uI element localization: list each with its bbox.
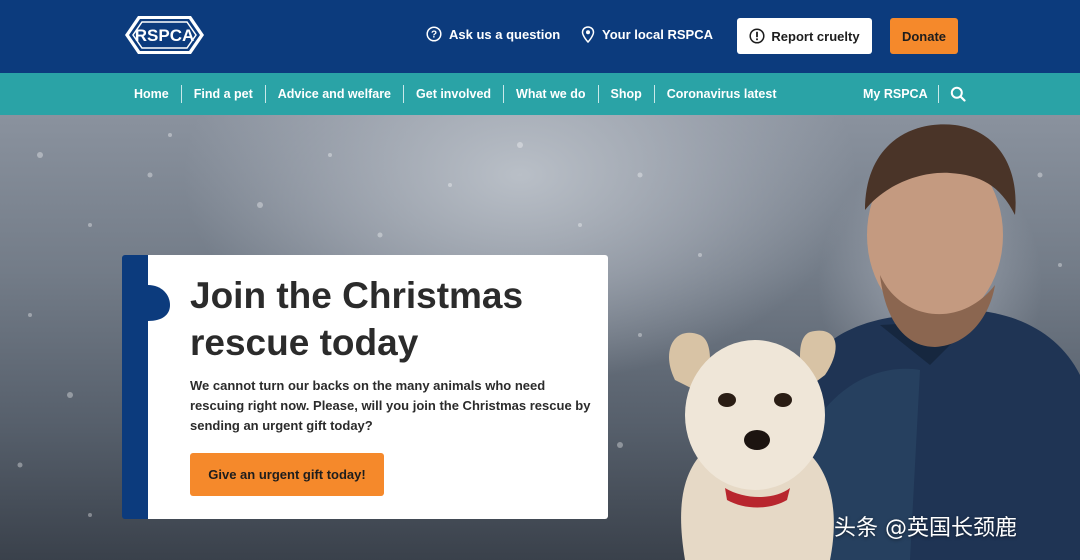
donate-label: Donate	[901, 28, 947, 44]
source-watermark: 头条 @英国长颈鹿	[834, 516, 1017, 541]
header-bar: RSPCA ? Ask us a question Your local RSP…	[0, 0, 1080, 73]
local-rspca-link[interactable]: Your local RSPCA	[581, 26, 713, 43]
alert-icon	[749, 28, 765, 44]
nav-item-shop[interactable]: Shop	[597, 85, 654, 103]
nav-item-coronavirus-latest[interactable]: Coronavirus latest	[653, 85, 789, 103]
ask-question-link[interactable]: ? Ask us a question	[426, 26, 560, 42]
nav-item-home[interactable]: Home	[122, 85, 181, 103]
report-cruelty-label: Report cruelty	[771, 28, 860, 44]
location-pin-icon	[581, 26, 595, 43]
nav-item-advice-and-welfare[interactable]: Advice and welfare	[264, 85, 403, 103]
hero-description: We cannot turn our backs on the many ani…	[190, 378, 591, 433]
card-accent-bar	[122, 255, 150, 519]
card-notch-decoration	[148, 285, 170, 321]
nav-item-what-we-do[interactable]: What we do	[503, 85, 597, 103]
ask-question-label: Ask us a question	[449, 26, 561, 42]
logo-text: RSPCA	[135, 26, 195, 45]
hero-title: Join the Christmas rescue today	[190, 275, 524, 363]
svg-text:?: ?	[431, 30, 437, 41]
my-rspca-link[interactable]: My RSPCA	[852, 85, 939, 103]
terrier-dog-image	[669, 330, 836, 560]
nav-item-get-involved[interactable]: Get involved	[403, 85, 503, 103]
nav-item-find-a-pet[interactable]: Find a pet	[180, 85, 265, 103]
rspca-logo[interactable]: RSPCA	[124, 15, 205, 55]
urgent-gift-button[interactable]: Give an urgent gift today!	[190, 453, 384, 496]
nav-right: My RSPCA	[852, 73, 967, 115]
urgent-gift-label: Give an urgent gift today!	[208, 467, 366, 482]
question-icon: ?	[426, 26, 442, 42]
report-cruelty-button[interactable]: Report cruelty	[737, 18, 872, 54]
donate-button[interactable]: Donate	[890, 18, 958, 54]
main-nav: Home Find a pet Advice and welfare Get i…	[0, 73, 1080, 115]
search-button[interactable]	[949, 85, 967, 103]
local-rspca-label: Your local RSPCA	[602, 27, 714, 42]
search-icon	[950, 86, 966, 102]
nav-list: Home Find a pet Advice and welfare Get i…	[122, 73, 789, 115]
